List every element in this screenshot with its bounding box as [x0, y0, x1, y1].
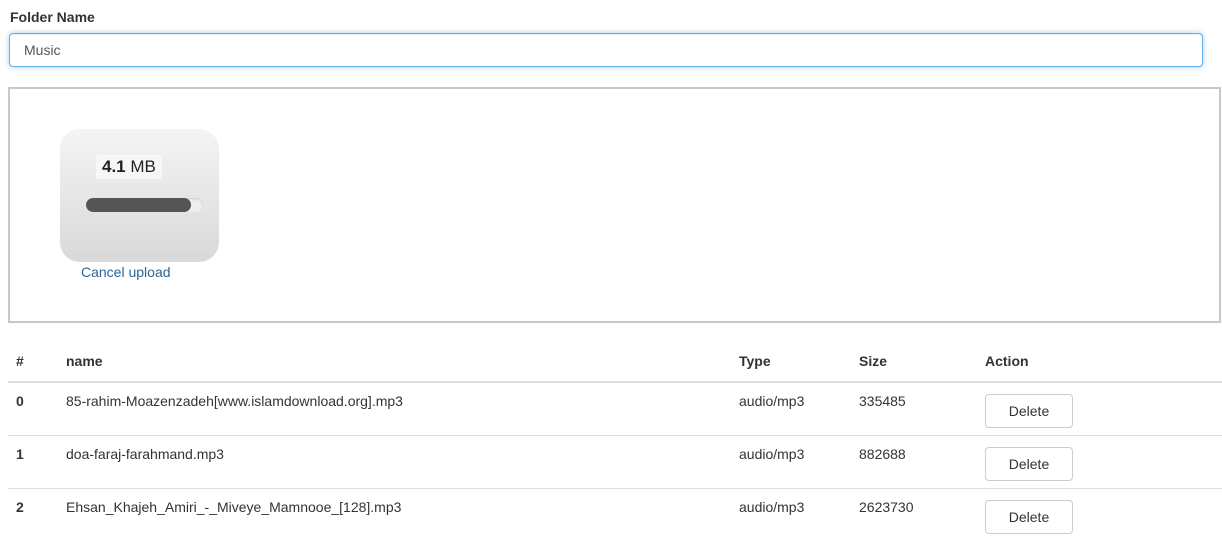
header-type: Type: [731, 341, 851, 383]
file-size-unit: MB: [130, 157, 156, 176]
row-type: audio/mp3: [731, 381, 851, 435]
file-size: 4.1 MB: [96, 155, 162, 179]
row-size: 335485: [851, 381, 977, 435]
file-size-value: 4.1: [102, 157, 126, 176]
folder-name-label: Folder Name: [10, 9, 95, 25]
table-row: 2 Ehsan_Khajeh_Amiri_-_Miveye_Mamnooe_[1…: [8, 487, 1222, 541]
delete-button[interactable]: Delete: [985, 499, 1073, 534]
folder-name-input[interactable]: [9, 33, 1203, 67]
row-name: doa-faraj-farahmand.mp3: [58, 434, 731, 488]
header-name: name: [58, 341, 731, 383]
row-size: 882688: [851, 434, 977, 488]
files-table: # name Type Size Action 0 85-rahim-Moaze…: [8, 341, 1222, 541]
header-action: Action: [977, 341, 1222, 383]
row-index: 2: [8, 487, 58, 541]
row-name: 85-rahim-Moazenzadeh[www.islamdownload.o…: [58, 381, 731, 435]
table-header-row: # name Type Size Action: [8, 341, 1222, 383]
upload-dropzone[interactable]: 4.1 MB Cancel upload: [8, 87, 1221, 323]
row-name: Ehsan_Khajeh_Amiri_-_Miveye_Mamnooe_[128…: [58, 487, 731, 541]
header-index: #: [8, 341, 58, 383]
table-row: 0 85-rahim-Moazenzadeh[www.islamdownload…: [8, 381, 1222, 435]
table-row: 1 doa-faraj-farahmand.mp3 audio/mp3 8826…: [8, 434, 1222, 488]
upload-progress-fill: [86, 198, 192, 212]
row-index: 1: [8, 434, 58, 488]
file-preview: 4.1 MB: [60, 129, 219, 262]
row-action: Delete: [977, 487, 1222, 541]
row-size: 2623730: [851, 487, 977, 541]
row-index: 0: [8, 381, 58, 435]
row-action: Delete: [977, 381, 1222, 435]
row-type: audio/mp3: [731, 487, 851, 541]
row-action: Delete: [977, 434, 1222, 488]
delete-button[interactable]: Delete: [985, 394, 1073, 428]
header-size: Size: [851, 341, 977, 383]
row-type: audio/mp3: [731, 434, 851, 488]
upload-progress-bar: [86, 198, 203, 212]
delete-button[interactable]: Delete: [985, 446, 1073, 481]
cancel-upload-link[interactable]: Cancel upload: [81, 264, 171, 280]
